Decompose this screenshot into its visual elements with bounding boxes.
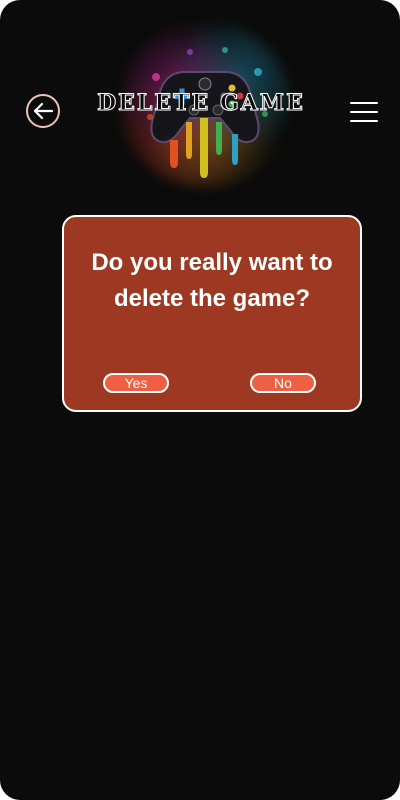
menu-line: [350, 102, 378, 104]
dialog-message: Do you really want to delete the game?: [91, 249, 333, 312]
back-button[interactable]: [26, 94, 60, 128]
hamburger-menu-icon[interactable]: [350, 100, 378, 124]
delete-game-screen: DELETE GAME Do you really want to delete…: [0, 0, 400, 800]
no-button[interactable]: No: [250, 373, 316, 393]
menu-line: [350, 120, 378, 122]
delete-confirmation-dialog: Do you really want to delete the game? Y…: [62, 215, 362, 412]
arrow-left-icon: [33, 102, 54, 120]
page-title: DELETE GAME: [97, 90, 305, 117]
yes-button[interactable]: Yes: [103, 373, 169, 393]
menu-line: [350, 111, 378, 113]
